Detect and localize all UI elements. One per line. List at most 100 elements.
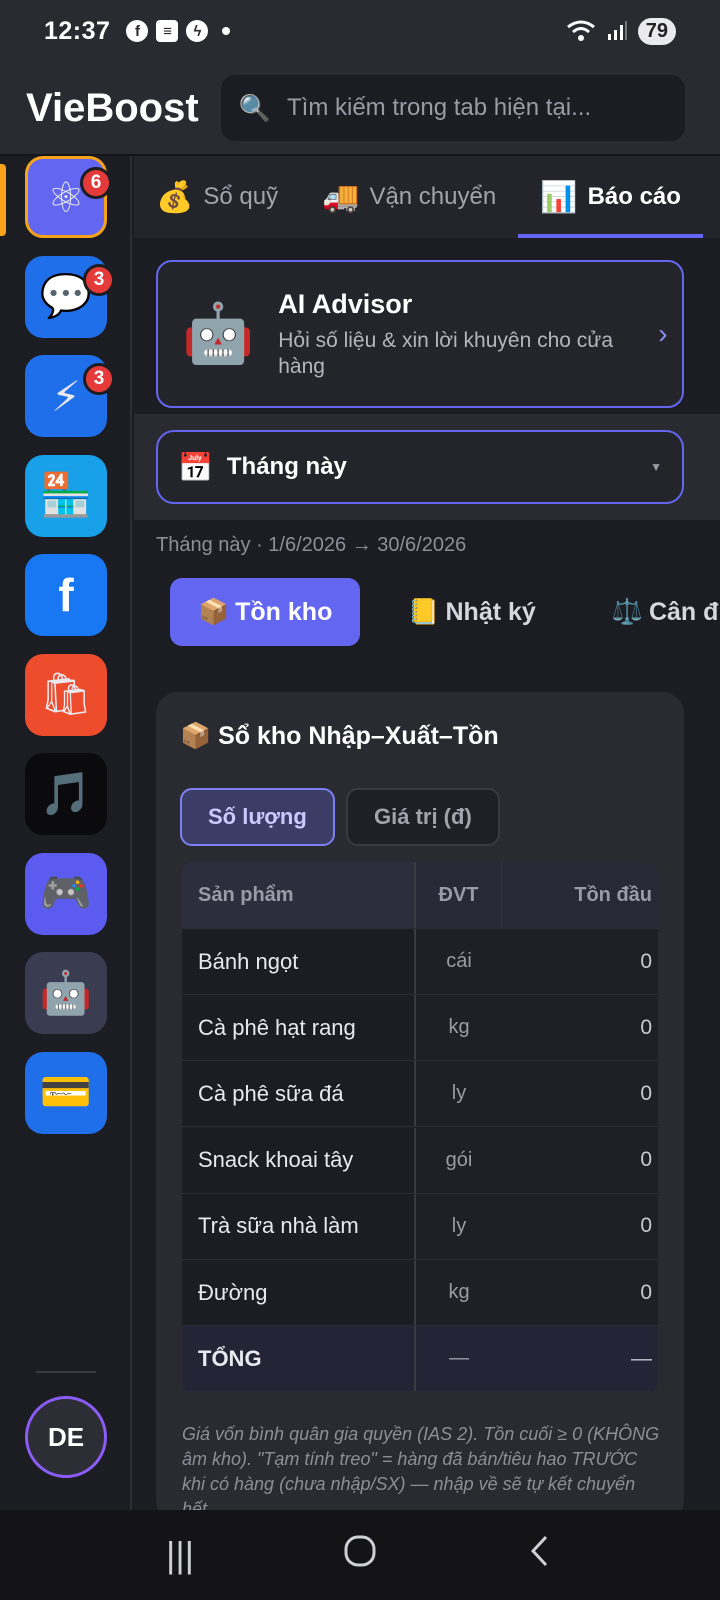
table-row[interactable]: Snack khoai tây gói 0 (182, 1127, 658, 1194)
sidebar-divider (36, 1371, 96, 1373)
bar-chart-icon: 📊 (540, 180, 578, 214)
table-row[interactable]: Bánh ngọt cái 0 (182, 929, 658, 995)
recent-apps-button[interactable]: ||| (140, 1534, 220, 1576)
product-name: Đường (182, 1260, 416, 1325)
unit-cell: cái (446, 950, 472, 972)
status-bar: 12:37 f ≡ ϟ 79 (0, 0, 720, 62)
period-range: Tháng này · 1/6/2026 → 30/6/2026 (156, 534, 467, 556)
bot-app[interactable]: 🤖 (25, 952, 107, 1034)
subtab-label: Nhật ký (445, 597, 536, 626)
flash-app[interactable]: ⚡ 3 (25, 355, 115, 437)
unit-cell: ly (451, 1082, 467, 1105)
unit-cell: kg (448, 1016, 470, 1039)
chevron-right-icon: › (658, 318, 668, 349)
game-app-icon: 🎮 (39, 869, 93, 916)
table-row[interactable]: Cà phê hạt rang kg 0 (182, 995, 658, 1062)
main-panel: 💰 Sổ quỹ 🚚 Vận chuyển 📊 Báo cáo 🤖 AI Adv… (134, 156, 720, 1510)
network-app[interactable]: ⚛ 6 (25, 156, 112, 238)
opening-stock-cell: 0 (640, 1148, 652, 1172)
more-notifications-icon (222, 27, 231, 35)
main-tabs: 💰 Sổ quỹ 🚚 Vận chuyển 📊 Báo cáo (134, 156, 720, 238)
table-row[interactable]: Cà phê sữa đá ly 0 (182, 1061, 658, 1128)
period-select[interactable]: 📅 Tháng này ▼ (156, 430, 684, 504)
home-button[interactable] (320, 1534, 400, 1577)
game-app[interactable]: 🎮 (25, 852, 107, 935)
search-box[interactable]: 🔍 (220, 75, 685, 141)
wifi-icon (566, 20, 595, 41)
table-row[interactable]: Trà sữa nhà làm ly 0 (182, 1193, 658, 1260)
column-header: ĐVT (416, 862, 502, 928)
period-label: Tháng này (226, 453, 347, 480)
messages-app[interactable]: 💬 3 (25, 255, 115, 338)
back-button[interactable] (500, 1534, 580, 1577)
tiktok-app-icon: 🎵 (39, 769, 93, 817)
product-name: Cà phê hạt rang (182, 995, 416, 1061)
money-bag-icon: 💰 (156, 180, 194, 214)
app-header: VieBoost 🔍 (0, 62, 720, 156)
battery-indicator: 79 (637, 17, 676, 45)
home-icon (344, 1535, 376, 1566)
ai-advisor-subtitle: Hỏi số liệu & xin lời khuyên cho cửa hàn… (278, 328, 614, 378)
tab-bao-cao[interactable]: 📊 Báo cáo (518, 156, 703, 238)
period-strip: 📅 Tháng này ▼ (134, 414, 720, 520)
total-unit: — (449, 1347, 469, 1370)
back-icon (530, 1535, 548, 1566)
tiktok-app[interactable]: 🎵 (25, 753, 107, 835)
avatar[interactable]: DE (25, 1396, 107, 1478)
store-app-icon: 🏪 (39, 471, 93, 518)
total-opening: — (631, 1346, 652, 1370)
calendar-icon: 📅 (178, 451, 213, 483)
table-row[interactable]: Đường kg 0 (182, 1260, 658, 1326)
tab-so-quy[interactable]: 💰 Sổ quỹ (134, 156, 300, 238)
messenger-notification-icon: ϟ (186, 20, 209, 42)
signal-icon (607, 21, 627, 40)
facebook-app-icon: f (58, 569, 74, 621)
card-app[interactable]: 💳 (25, 1051, 107, 1134)
notification-badge: 3 (83, 363, 115, 395)
facebook-notification-icon: f (126, 20, 149, 42)
tab-label: Báo cáo (587, 183, 681, 210)
ai-advisor-card[interactable]: 🤖 AI Advisor Hỏi số liệu & xin lời khuyê… (156, 260, 684, 408)
package-icon: 📦 (198, 597, 230, 626)
opening-stock-cell: 0 (640, 1280, 652, 1304)
table-total-row: TỔNG — — (182, 1326, 658, 1392)
caret-down-icon: ▼ (650, 460, 662, 474)
total-label: TỔNG (182, 1326, 416, 1392)
quantity-toggle[interactable]: Số lượng (180, 788, 335, 846)
opening-stock-cell: 0 (640, 1081, 652, 1105)
subtab-nhat-ky[interactable]: 📒 Nhật ký (380, 578, 563, 646)
flash-app-icon: ⚡ (51, 372, 81, 420)
product-name: Bánh ngọt (182, 929, 416, 994)
subtab-ton-kho[interactable]: 📦 Tồn kho (170, 578, 361, 646)
store-app[interactable]: 🏪 (25, 454, 107, 537)
unit-cell: kg (448, 1281, 470, 1303)
system-nav-bar: ||| (0, 1510, 720, 1600)
message-notification-icon: ≡ (156, 20, 179, 42)
value-toggle[interactable]: Giá trị (đ) (346, 788, 500, 846)
ai-advisor-title: AI Advisor (278, 288, 413, 319)
shopping-app-icon: 🛍 (39, 670, 93, 717)
ledger-footnote: Giá vốn bình quân gia quyền (IAS 2). Tồn… (182, 1424, 660, 1510)
opening-stock-cell: 0 (640, 949, 652, 973)
opening-stock-cell: 0 (640, 1015, 652, 1039)
search-input[interactable] (287, 94, 667, 122)
subtab-can-doi[interactable]: ⚖️ Cân đ (584, 578, 720, 646)
card-app-icon: 💳 (39, 1068, 93, 1115)
tab-van-chuyen[interactable]: 🚚 Vận chuyển (300, 156, 518, 238)
facebook-app[interactable]: f (25, 554, 107, 636)
opening-stock-cell: 0 (640, 1214, 652, 1238)
bot-app-icon: 🤖 (39, 968, 93, 1016)
scale-icon: ⚖️ (611, 597, 643, 626)
subtab-label: Tồn kho (235, 597, 333, 626)
app-title: VieBoost (26, 85, 199, 130)
tab-label: Sổ quỹ (203, 183, 279, 210)
active-app-indicator (0, 164, 6, 236)
ledger-title: 📦 Sổ kho Nhập–Xuất–Tồn (180, 722, 499, 750)
product-name: Snack khoai tây (182, 1127, 416, 1193)
truck-icon: 🚚 (322, 180, 360, 214)
subtab-label: Cân đ (648, 597, 719, 626)
inventory-table[interactable]: Sản phẩm ĐVT Tồn đầu Bánh ngọt cái 0 Cà phê… (182, 862, 658, 1392)
notification-icons: f ≡ ϟ (126, 20, 231, 42)
shopping-app[interactable]: 🛍 (25, 653, 107, 736)
table-header: Sản phẩm ĐVT Tồn đầu (182, 862, 658, 929)
